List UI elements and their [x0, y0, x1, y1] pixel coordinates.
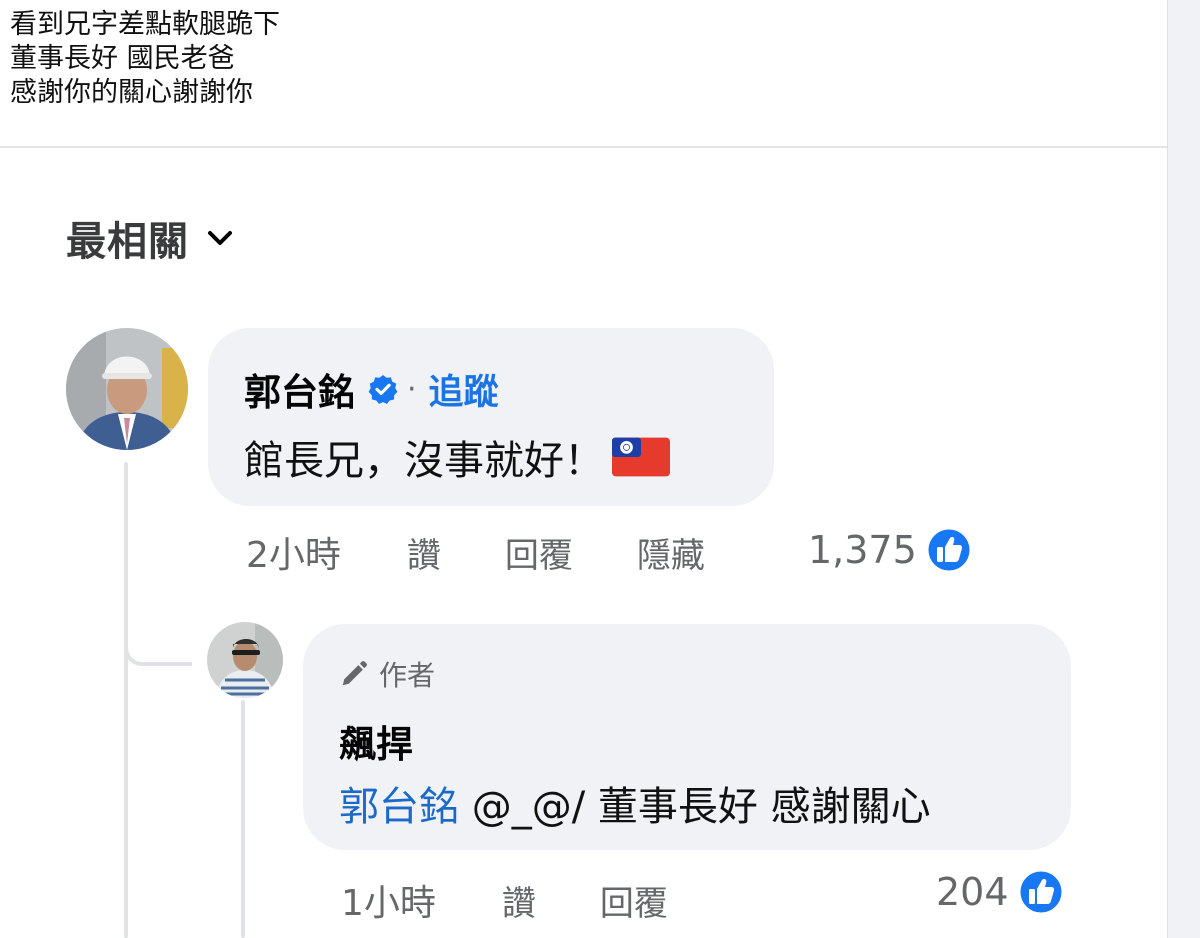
- post-line: 董事長好 國民老爸: [10, 43, 235, 74]
- comment-text-content: 館長兄，沒事就好！: [244, 438, 604, 484]
- reaction-count: 204: [936, 870, 1009, 914]
- follow-button[interactable]: 追蹤: [429, 364, 499, 415]
- comment-bubble: 郭台銘 · 追蹤 館長兄，沒事就好！: [208, 328, 774, 506]
- avatar[interactable]: [66, 328, 188, 450]
- section-divider: [0, 146, 1167, 148]
- thread-connector: [124, 612, 192, 666]
- comment-author-name[interactable]: 郭台銘: [244, 362, 355, 416]
- like-button[interactable]: 讚: [407, 528, 441, 577]
- reply-actions: 1小時 讚 回覆: [341, 874, 668, 926]
- reaction-summary[interactable]: 1,375: [808, 526, 973, 574]
- comment-actions: 2小時 讚 回覆 隱藏: [246, 526, 705, 578]
- author-badge: 作者: [339, 654, 435, 694]
- reply-button[interactable]: 回覆: [600, 876, 668, 925]
- like-button[interactable]: 讚: [502, 876, 536, 925]
- post-body: 看到兄字差點軟腿跪下 董事長好 國民老爸 感謝你的關心謝謝你: [10, 8, 280, 110]
- comment-sort-dropdown[interactable]: 最相關: [66, 212, 235, 265]
- mention-link[interactable]: 郭台銘: [339, 784, 459, 830]
- reply-text: 郭台銘 @_@/ 董事長好 感謝關心: [339, 774, 931, 832]
- reply-button[interactable]: 回覆: [505, 528, 573, 577]
- reply-text-content: @_@/ 董事長好 感謝關心: [459, 784, 931, 830]
- comment-header: 郭台銘 · 追蹤: [244, 362, 499, 416]
- right-sidebar-edge: [1167, 0, 1200, 938]
- timestamp-link[interactable]: 1小時: [341, 874, 436, 926]
- post-line: 看到兄字差點軟腿跪下: [10, 9, 280, 40]
- chevron-down-icon: [208, 231, 232, 245]
- verified-badge-icon: [368, 375, 398, 404]
- avatar[interactable]: [207, 622, 283, 698]
- reply-bubble: 作者 飆捍 郭台銘 @_@/ 董事長好 感謝關心: [303, 624, 1071, 850]
- author-badge-label: 作者: [379, 659, 436, 692]
- like-icon: [925, 526, 973, 574]
- hide-button[interactable]: 隱藏: [637, 528, 705, 577]
- post-line: 感謝你的關心謝謝你: [10, 77, 253, 108]
- avatar-photo: [66, 328, 188, 450]
- thread-line: [124, 462, 128, 938]
- sort-label: 最相關: [66, 219, 189, 265]
- avatar-photo: [207, 622, 283, 698]
- pen-icon: [342, 661, 367, 686]
- timestamp-link[interactable]: 2小時: [246, 526, 341, 578]
- reaction-summary[interactable]: 204: [936, 868, 1065, 916]
- reaction-count: 1,375: [808, 528, 917, 572]
- taiwan-flag-icon: [612, 437, 670, 477]
- reply-author-name[interactable]: 飆捍: [339, 714, 413, 768]
- separator-dot: ·: [407, 371, 417, 407]
- like-icon: [1017, 868, 1065, 916]
- comment-text: 館長兄，沒事就好！: [244, 428, 670, 486]
- thread-line: [241, 700, 245, 938]
